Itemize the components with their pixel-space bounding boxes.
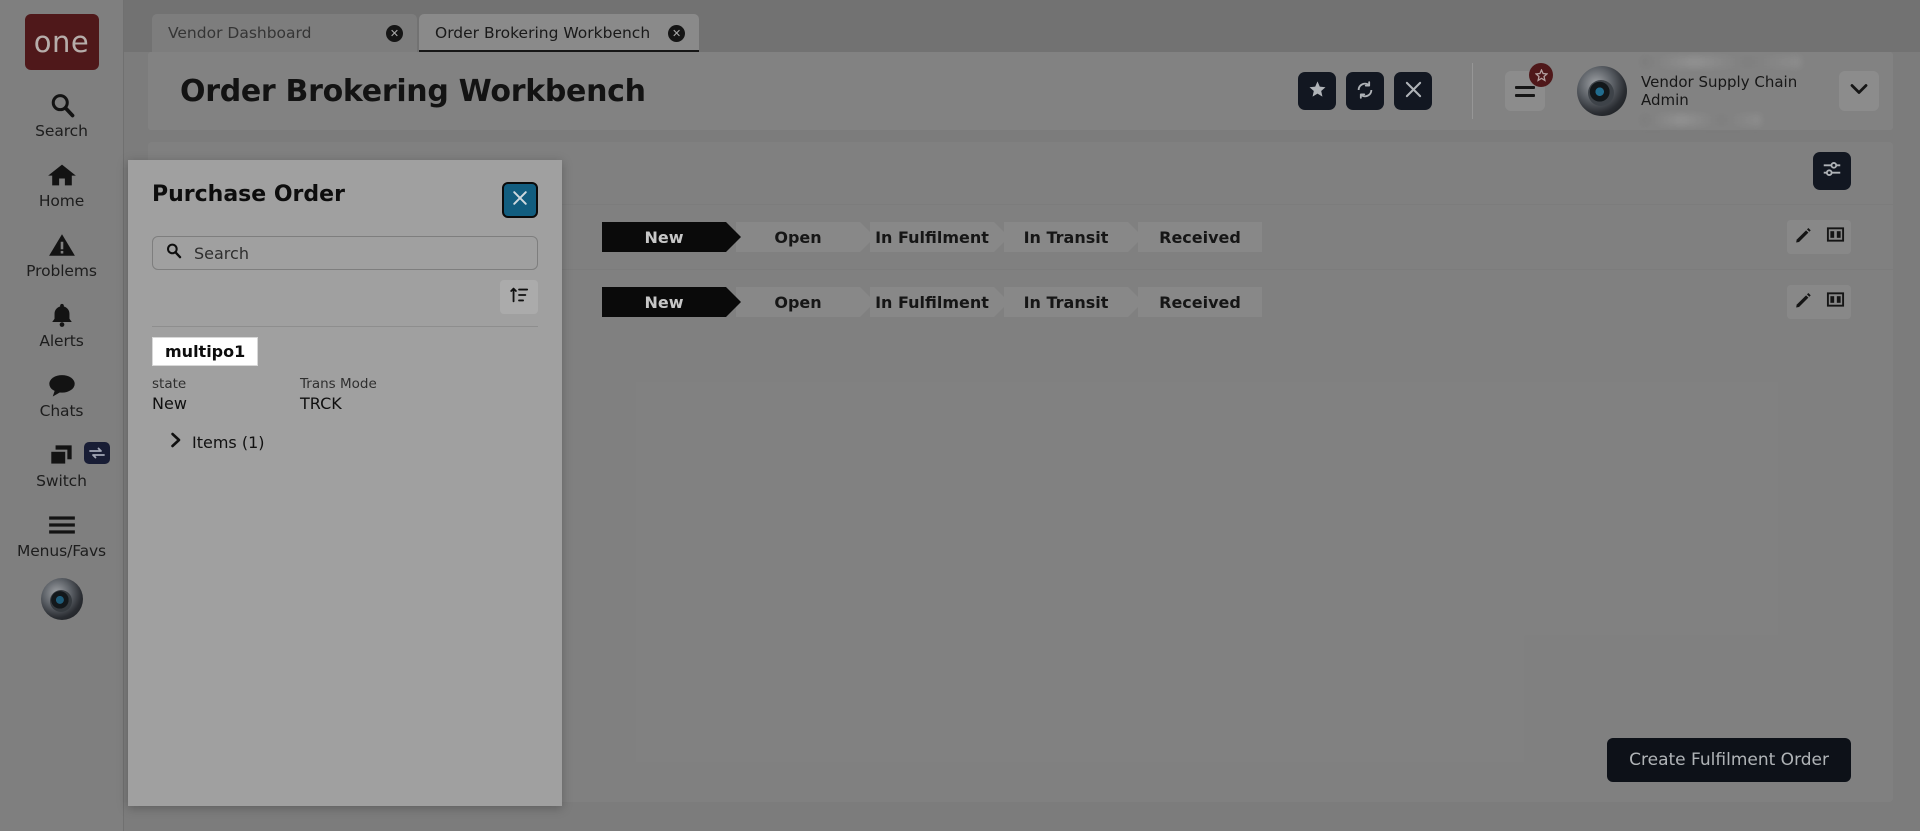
close-x-icon	[512, 190, 528, 211]
panel-header: Purchase Order	[128, 160, 562, 218]
field-value: New	[152, 393, 187, 413]
field-label: state	[152, 376, 187, 392]
search-icon	[165, 242, 182, 264]
panel-sort-row	[128, 270, 562, 314]
purchase-order-card[interactable]: multipo1 state New Trans Mode TRCK Items…	[128, 327, 562, 452]
purchase-order-panel: Purchase Order Search multipo1 state New…	[128, 160, 562, 806]
search-placeholder: Search	[194, 243, 249, 263]
chevron-right-icon	[170, 432, 182, 452]
field-label: Trans Mode	[300, 376, 377, 392]
items-expander[interactable]: Items (1)	[152, 432, 538, 452]
field-trans-mode: Trans Mode TRCK	[300, 376, 448, 414]
panel-title: Purchase Order	[152, 182, 345, 207]
purchase-order-fields: state New Trans Mode TRCK	[152, 376, 538, 414]
field-value: TRCK	[300, 393, 342, 413]
sort-descending-icon	[509, 285, 529, 310]
purchase-order-id: multipo1	[152, 337, 259, 366]
sort-button[interactable]	[500, 280, 538, 314]
field-state: state New	[152, 376, 300, 414]
panel-close-button[interactable]	[502, 182, 538, 218]
items-label: Items (1)	[192, 432, 265, 452]
app-root: one Search Home Problems Alerts Chats Sw…	[0, 0, 1920, 831]
search-input[interactable]: Search	[152, 236, 538, 270]
